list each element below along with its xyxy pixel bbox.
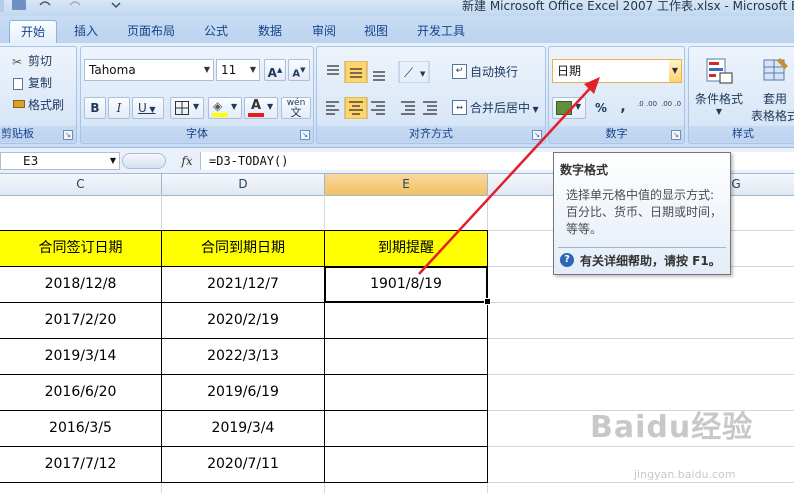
- watermark-url: jingyan.baidu.com: [634, 468, 736, 481]
- watermark-logo: Baidu经验: [590, 410, 754, 445]
- arrow-shaft: [418, 83, 595, 275]
